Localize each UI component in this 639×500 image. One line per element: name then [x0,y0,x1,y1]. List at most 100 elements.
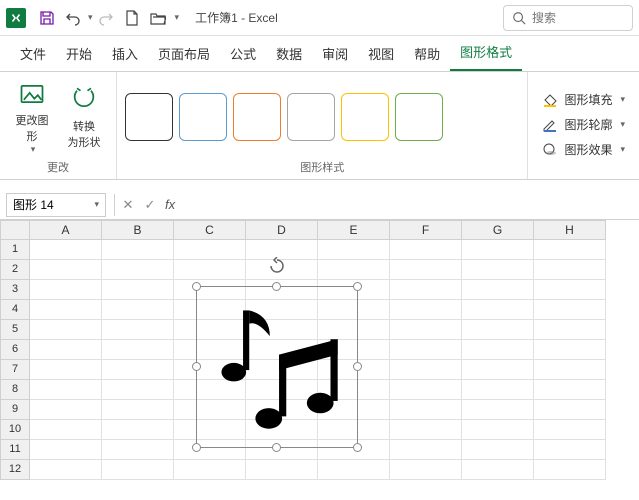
shape-outline-button[interactable]: 图形轮廓▾ [536,113,631,136]
search-input[interactable] [532,11,622,25]
save-button[interactable] [34,5,60,31]
cell[interactable] [462,420,534,440]
cell[interactable] [102,280,174,300]
cell[interactable] [390,420,462,440]
cell[interactable] [30,460,102,480]
cell[interactable] [102,320,174,340]
cell[interactable] [534,300,606,320]
cell[interactable] [30,380,102,400]
row-header[interactable]: 8 [0,380,30,400]
cell[interactable] [534,360,606,380]
cell[interactable] [102,400,174,420]
tab-insert[interactable]: 插入 [102,36,148,71]
column-header[interactable]: G [462,220,534,240]
column-header[interactable]: E [318,220,390,240]
cell[interactable] [390,380,462,400]
column-header[interactable]: F [390,220,462,240]
cell[interactable] [30,260,102,280]
fx-icon[interactable]: fx [165,197,175,212]
cell[interactable] [534,460,606,480]
cell[interactable] [462,260,534,280]
cell[interactable] [462,320,534,340]
tab-formulas[interactable]: 公式 [220,36,266,71]
change-graphic-button[interactable]: 更改图 形 ▾ [8,79,56,155]
name-box[interactable]: 图形 14▾ [6,193,106,217]
row-header[interactable]: 10 [0,420,30,440]
selected-shape[interactable] [196,286,358,448]
cell[interactable] [102,240,174,260]
qat-overflow-icon[interactable]: ▾ [175,12,180,23]
resize-handle-tm[interactable] [272,282,281,291]
cell[interactable] [102,300,174,320]
style-preset-2[interactable] [233,93,281,141]
style-preset-3[interactable] [287,93,335,141]
row-header[interactable]: 1 [0,240,30,260]
cell[interactable] [102,420,174,440]
formula-input[interactable] [179,198,639,212]
cell[interactable] [390,400,462,420]
cell[interactable] [30,280,102,300]
cell[interactable] [462,280,534,300]
cancel-formula-button[interactable]: ✕ [117,194,139,216]
column-header[interactable]: B [102,220,174,240]
cell[interactable] [462,240,534,260]
tab-pagelayout[interactable]: 页面布局 [148,36,220,71]
new-file-button[interactable] [119,5,145,31]
cell[interactable] [102,340,174,360]
column-header[interactable]: H [534,220,606,240]
chevron-down-icon[interactable]: ▾ [94,199,99,210]
cell[interactable] [390,360,462,380]
cell[interactable] [534,380,606,400]
cell[interactable] [102,360,174,380]
tab-help[interactable]: 帮助 [404,36,450,71]
search-box[interactable] [503,5,633,31]
cell[interactable] [102,380,174,400]
cell[interactable] [462,360,534,380]
resize-handle-bl[interactable] [192,443,201,452]
undo-button[interactable] [60,5,86,31]
tab-review[interactable]: 审阅 [312,36,358,71]
cell[interactable] [534,280,606,300]
cell[interactable] [390,440,462,460]
cell[interactable] [534,260,606,280]
style-preset-5[interactable] [395,93,443,141]
tab-view[interactable]: 视图 [358,36,404,71]
resize-handle-mr[interactable] [353,362,362,371]
resize-handle-br[interactable] [353,443,362,452]
cell[interactable] [534,440,606,460]
cell[interactable] [462,300,534,320]
cell[interactable] [462,380,534,400]
cell[interactable] [534,320,606,340]
cell[interactable] [30,400,102,420]
cell[interactable] [102,460,174,480]
cell[interactable] [390,260,462,280]
rotate-handle[interactable] [268,257,286,275]
cell[interactable] [462,400,534,420]
row-header[interactable]: 4 [0,300,30,320]
cell[interactable] [30,300,102,320]
cell[interactable] [102,260,174,280]
tab-file[interactable]: 文件 [10,36,56,71]
cell[interactable] [30,360,102,380]
tab-shape-format[interactable]: 图形格式 [450,34,522,71]
cell[interactable] [390,300,462,320]
resize-handle-ml[interactable] [192,362,201,371]
cell[interactable] [318,240,390,260]
row-header[interactable]: 3 [0,280,30,300]
cell[interactable] [390,460,462,480]
row-header[interactable]: 9 [0,400,30,420]
tab-data[interactable]: 数据 [266,36,312,71]
row-header[interactable]: 7 [0,360,30,380]
convert-to-shape-button[interactable]: 转换 为形状 [60,79,108,155]
cell[interactable] [462,340,534,360]
cell[interactable] [318,460,390,480]
cell[interactable] [30,320,102,340]
style-preset-1[interactable] [179,93,227,141]
cell[interactable] [534,400,606,420]
cell[interactable] [30,440,102,460]
cell[interactable] [390,240,462,260]
column-header[interactable]: A [30,220,102,240]
accept-formula-button[interactable]: ✓ [139,194,161,216]
cell[interactable] [390,340,462,360]
cell[interactable] [390,320,462,340]
